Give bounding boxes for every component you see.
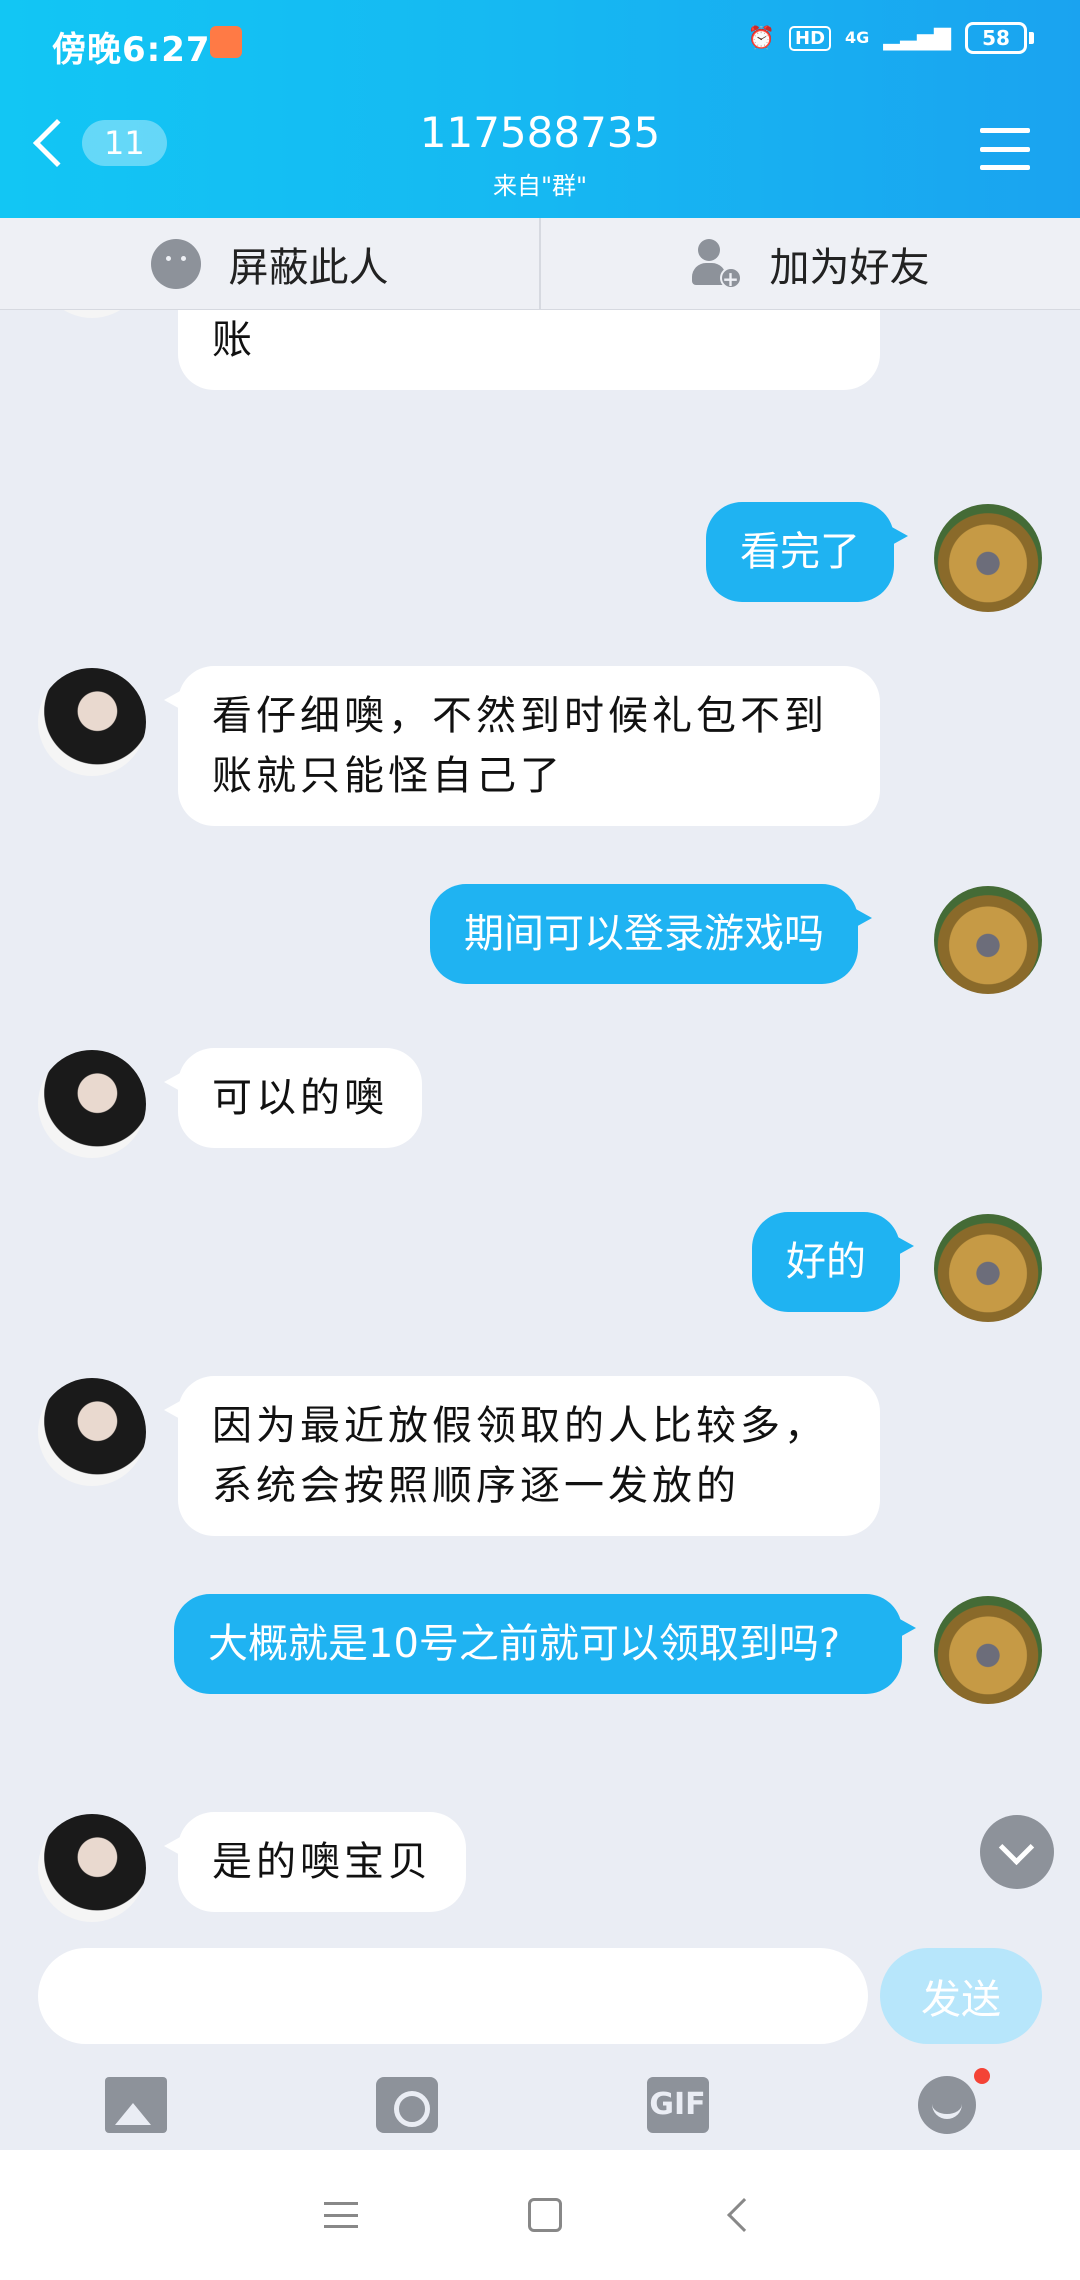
message-input[interactable] bbox=[38, 1948, 868, 2044]
chat-subtitle: 来自"群" bbox=[492, 172, 588, 200]
message-list[interactable]: 噢，很重要会关系到礼包到不到账 看完了 看仔细噢，不然到时候礼包不到账就只能怪自… bbox=[0, 310, 1080, 1950]
message-bubble-incoming[interactable]: 是的噢宝贝 bbox=[164, 1812, 466, 1912]
contact-avatar[interactable] bbox=[38, 668, 146, 776]
system-back-button[interactable] bbox=[727, 2198, 761, 2232]
my-avatar[interactable] bbox=[934, 1596, 1042, 1704]
contact-avatar[interactable] bbox=[38, 310, 146, 318]
gif-icon[interactable]: GIF bbox=[646, 2077, 709, 2133]
menu-icon-bar bbox=[980, 165, 1030, 170]
status-indicators: ⏰ HD 4G ▂▃▅▇ 58 bbox=[748, 22, 1034, 54]
add-friend-label: 加为好友 bbox=[769, 244, 930, 291]
system-nav-bar bbox=[0, 2150, 1080, 2280]
action-bar: 屏蔽此人 + 加为好友 bbox=[0, 218, 1080, 310]
my-avatar[interactable] bbox=[934, 886, 1042, 994]
my-avatar[interactable] bbox=[934, 504, 1042, 612]
input-bar: 发送 bbox=[0, 1940, 1080, 2060]
message-bubble-incoming[interactable]: 噢，很重要会关系到礼包到不到账 bbox=[178, 310, 880, 390]
send-button[interactable]: 发送 bbox=[880, 1948, 1042, 2044]
battery-level: 58 bbox=[965, 22, 1027, 54]
message-bubble-outgoing[interactable]: 大概就是10号之前就可以领取到吗? bbox=[174, 1594, 916, 1694]
menu-icon-bar bbox=[980, 128, 1030, 133]
hd-badge: HD bbox=[789, 25, 832, 51]
attachment-toolbar: GIF bbox=[0, 2060, 1080, 2150]
message-bubble-outgoing[interactable]: 好的 bbox=[752, 1212, 914, 1312]
add-friend-icon: + bbox=[691, 238, 742, 289]
scroll-down-icon[interactable] bbox=[980, 1815, 1054, 1889]
add-friend-button[interactable]: + 加为好友 bbox=[539, 218, 1080, 309]
status-time: 傍晚6:27 bbox=[52, 30, 211, 70]
contact-avatar[interactable] bbox=[38, 1050, 146, 1158]
message-bubble-outgoing[interactable]: 期间可以登录游戏吗 bbox=[430, 884, 872, 984]
header: 傍晚6:27 ⏰ HD 4G ▂▃▅▇ 58 11 117588735 来自"群… bbox=[0, 0, 1080, 218]
message-bubble-outgoing[interactable]: 看完了 bbox=[706, 502, 908, 602]
message-bubble-incoming[interactable]: 看仔细噢，不然到时候礼包不到账就只能怪自己了 bbox=[164, 666, 880, 826]
camera-icon[interactable] bbox=[375, 2077, 438, 2133]
block-user-label: 屏蔽此人 bbox=[228, 244, 389, 291]
home-button[interactable] bbox=[528, 2198, 562, 2232]
image-icon[interactable] bbox=[104, 2077, 167, 2133]
battery-icon: 58 bbox=[965, 22, 1034, 54]
block-icon bbox=[150, 238, 201, 289]
message-bubble-incoming[interactable]: 可以的噢 bbox=[164, 1048, 422, 1148]
app-notification-icon bbox=[210, 26, 242, 58]
network-label: 4G bbox=[845, 28, 870, 47]
chat-title: 117588735 bbox=[419, 108, 661, 157]
contact-avatar[interactable] bbox=[38, 1378, 146, 1486]
my-avatar[interactable] bbox=[934, 1214, 1042, 1322]
menu-icon-bar bbox=[980, 146, 1030, 152]
notification-dot bbox=[973, 2068, 990, 2084]
menu-button[interactable] bbox=[980, 128, 1030, 170]
contact-avatar[interactable] bbox=[38, 1814, 146, 1922]
emoji-icon[interactable] bbox=[917, 2068, 990, 2134]
message-bubble-incoming[interactable]: 因为最近放假领取的人比较多，系统会按照顺序逐一发放的 bbox=[164, 1376, 880, 1536]
block-user-button[interactable]: 屏蔽此人 bbox=[0, 218, 539, 309]
alarm-icon: ⏰ bbox=[747, 25, 776, 51]
signal-icon: ▂▃▅▇ bbox=[883, 25, 951, 51]
recent-apps-button[interactable] bbox=[324, 2202, 358, 2228]
